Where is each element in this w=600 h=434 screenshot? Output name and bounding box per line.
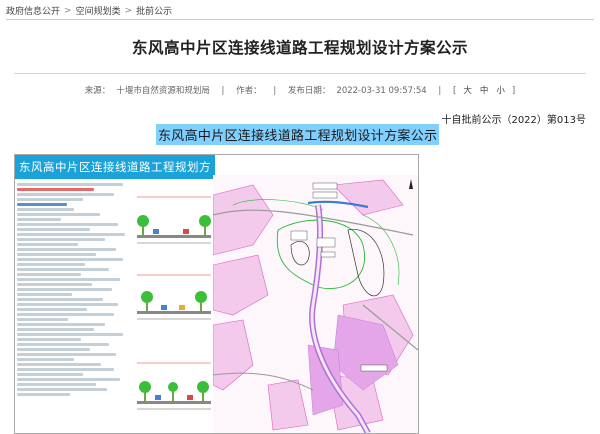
cross-section-panel — [133, 191, 215, 249]
content-heading: 东风高中片区连接线道路工程规划设计方案公示 — [156, 124, 440, 145]
divider — [14, 73, 586, 74]
font-size-medium-button[interactable]: 中 — [480, 86, 489, 96]
font-size-small-button[interactable]: 小 — [496, 86, 505, 96]
font-size-bracket-open: [ — [452, 86, 457, 96]
breadcrumb-item-gov-info[interactable]: 政府信息公开 — [6, 4, 60, 17]
document-number: 十自批前公示（2022）第013号 — [441, 115, 586, 126]
source-value: 十堰市自然资源和规划局 — [116, 86, 210, 96]
cross-section-column — [133, 181, 215, 431]
source-label: 来源： — [84, 86, 111, 96]
font-size-bracket-close: ] — [511, 86, 516, 96]
divider — [6, 19, 594, 20]
poster-title: 东风高中片区连接线道路工程规划方案公示 — [15, 155, 215, 198]
breadcrumb-item-pre-approval[interactable]: 批前公示 — [136, 4, 172, 17]
breadcrumb-separator: > — [124, 5, 133, 16]
author-label: 作者： — [236, 86, 262, 96]
breadcrumb-item-spatial-planning[interactable]: 空间规划类 — [76, 4, 121, 17]
poster-text-column — [17, 181, 127, 431]
article-meta: 来源： 十堰市自然资源和规划局 | 作者： | 发布日期： 2022-03-31 0… — [0, 84, 600, 96]
cross-section-panel — [133, 269, 215, 327]
cross-section-panel — [133, 357, 215, 415]
planning-map — [212, 175, 418, 433]
font-size-large-button[interactable]: 大 — [463, 86, 472, 96]
meta-separator: | — [273, 86, 277, 96]
date-label: 发布日期： — [287, 86, 331, 96]
breadcrumb: 政府信息公开 > 空间规划类 > 批前公示 — [6, 4, 172, 18]
meta-separator: | — [221, 86, 225, 96]
planning-poster-image: 东风高中片区连接线道路工程规划方案公示 — [14, 154, 419, 434]
date-value: 2022-03-31 09:57:54 — [336, 86, 427, 96]
page-title: 东风高中片区连接线道路工程规划设计方案公示 — [131, 39, 468, 57]
breadcrumb-separator: > — [64, 5, 72, 16]
meta-separator: | — [438, 86, 442, 96]
